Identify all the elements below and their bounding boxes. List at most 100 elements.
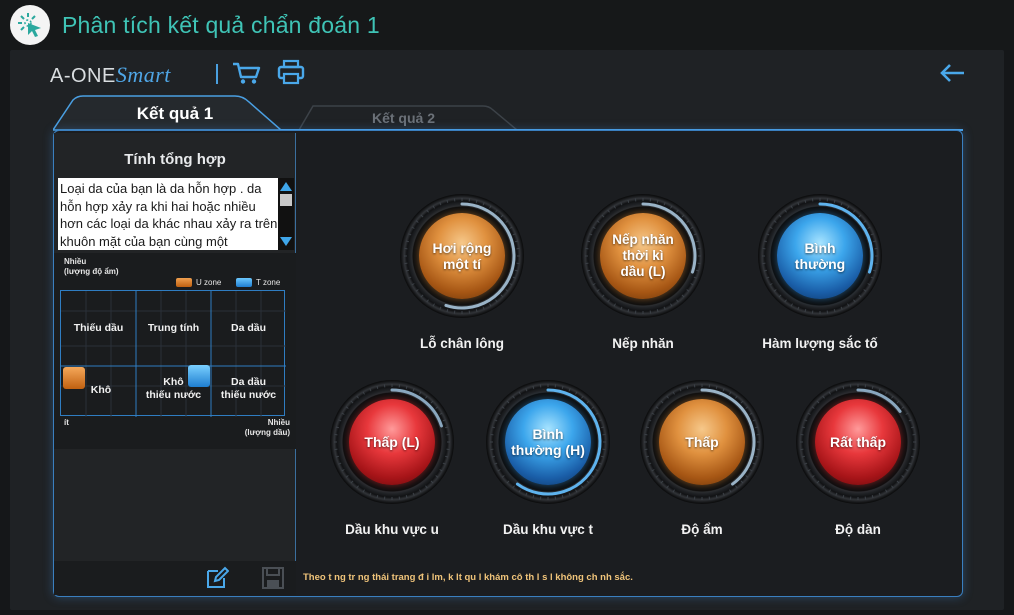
dial-tick <box>600 426 605 429</box>
dial-tick <box>870 233 874 236</box>
dial-tick <box>497 469 501 472</box>
cell-oily-dehydrated: Da dầu thiếu nước <box>220 376 277 401</box>
dial-label-pores: Lỗ chân lông <box>420 336 504 351</box>
dial-tick <box>878 388 881 392</box>
tab-result-1[interactable]: Kết quả 1 <box>55 96 295 130</box>
dial-label-t-zone-oil: Dầu khu vực t <box>502 522 594 537</box>
legend-u-label: U zone <box>196 278 222 287</box>
dial-tick <box>335 426 340 429</box>
dial-tick <box>589 233 593 236</box>
dial-tick <box>763 240 768 243</box>
dial-tick <box>867 226 871 229</box>
dial-tick <box>910 455 915 458</box>
dial-tick <box>686 385 689 390</box>
dial-tick <box>589 276 593 279</box>
dial-tick <box>822 395 825 399</box>
legend-t-label: T zone <box>256 278 281 287</box>
dial-tick <box>752 462 756 465</box>
dial-tick <box>495 209 498 213</box>
dial-tick <box>655 406 659 409</box>
dial-tick <box>801 455 806 458</box>
dial-tick <box>858 214 862 218</box>
dial-tick <box>444 426 449 429</box>
dial-tick <box>345 475 349 478</box>
scroll-up-icon[interactable] <box>280 182 292 191</box>
dial-tick <box>408 276 412 279</box>
dial-tick <box>910 426 915 429</box>
dial-tick <box>681 294 685 298</box>
dial-tick <box>804 308 807 313</box>
dial-tick <box>863 220 867 223</box>
dial-tick <box>435 475 439 478</box>
summary-column: Tính tổng hợp Loại da của bạn là da hỗn … <box>54 133 296 595</box>
printer-icon[interactable] <box>276 58 306 86</box>
dial-tick <box>345 406 349 409</box>
dial-tick <box>847 205 850 209</box>
dial-tick <box>350 480 354 484</box>
scroll-down-icon[interactable] <box>280 237 292 246</box>
save-icon[interactable] <box>260 565 286 591</box>
dial-tick <box>784 299 787 303</box>
dial-u-zone-oil: Thấp (L) <box>330 380 454 504</box>
cell-dry-dehydrated: Khô thiếu nước <box>145 376 202 401</box>
dial-tick <box>672 391 675 395</box>
dial-tick <box>405 494 408 499</box>
dial-tick <box>586 269 591 272</box>
dial-pigment: Bình thường <box>758 194 882 318</box>
summary-scrollbar[interactable] <box>278 178 294 250</box>
dial-tick <box>405 240 410 243</box>
back-arrow-icon[interactable] <box>936 60 968 86</box>
dial-tick <box>512 233 516 236</box>
dial-tick <box>415 289 419 292</box>
dial-tick <box>784 209 787 213</box>
dial-tick <box>425 395 428 399</box>
dial-tick <box>660 480 664 484</box>
dial-tick <box>715 385 718 390</box>
dial-tick <box>773 289 777 292</box>
dial-tick <box>500 214 504 218</box>
dial-tick <box>411 283 415 286</box>
dial-tick <box>816 400 820 404</box>
dial-tick <box>693 233 697 236</box>
dial-tick <box>586 400 590 404</box>
summary-title: Tính tổng hợp <box>124 151 226 168</box>
dial-tick <box>891 395 894 399</box>
dial-tick <box>362 391 365 395</box>
dial-tick <box>878 492 881 496</box>
dial-tick <box>679 492 682 496</box>
dial-tick <box>666 395 669 399</box>
scroll-thumb[interactable] <box>280 194 292 206</box>
dial-tick <box>773 220 777 223</box>
dial-tick <box>362 489 365 493</box>
dial-tick <box>491 455 496 458</box>
tab-result-2[interactable]: Kết quả 2 <box>296 102 511 130</box>
dial-tick <box>763 269 768 272</box>
cart-icon[interactable] <box>230 60 262 86</box>
dial-tick <box>891 485 894 489</box>
dial-tick <box>335 455 340 458</box>
dial-tick <box>595 412 599 415</box>
skin-type-chart: Nhiều (lượng độ ẩm) U zone T zone Thiếu … <box>54 253 296 449</box>
edit-icon[interactable] <box>204 565 230 591</box>
dial-tick <box>740 480 744 484</box>
dial-tick <box>690 226 694 229</box>
dial-tick <box>778 214 782 218</box>
dial-tick <box>512 485 515 489</box>
dial-tick <box>790 303 793 307</box>
dial-tick <box>506 480 510 484</box>
dial-tick <box>722 492 725 496</box>
dial-tick <box>905 469 909 472</box>
cell-dry: Khô <box>90 384 112 396</box>
dial-tick <box>620 202 623 206</box>
brand-separator <box>216 64 218 84</box>
dial-tick <box>833 199 836 204</box>
dial-tick <box>749 412 753 415</box>
dial-tick <box>735 485 738 489</box>
dial-tick <box>419 391 422 395</box>
page-title: Phân tích kết quả chẩn đoán 1 <box>62 12 380 38</box>
dial-tick <box>842 494 845 499</box>
dial-tick <box>670 205 673 209</box>
summary-textbox[interactable]: Loại da của bạn là da hỗn hợp . da hỗn h… <box>58 178 294 250</box>
dial-elasticity: Rất thấp <box>796 380 920 504</box>
dial-tick <box>426 299 429 303</box>
